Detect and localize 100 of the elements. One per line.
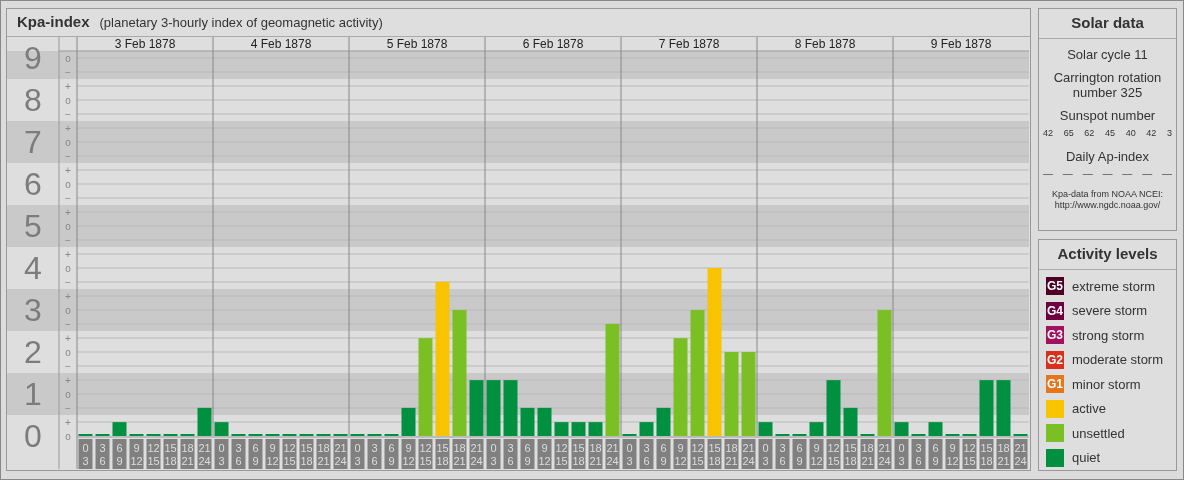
tick-label: o: [65, 346, 71, 358]
kp-bar: [537, 407, 552, 436]
x-tick-label: 6 9: [796, 442, 803, 467]
axis-label: 4: [24, 250, 42, 286]
legend-label: unsettled: [1072, 424, 1125, 443]
kp-bar: [639, 422, 654, 436]
hour-range-label: 3 6: [95, 439, 110, 469]
storm-level-badge: G2: [1046, 350, 1064, 369]
kp-bar: [979, 380, 994, 436]
tick-label: −: [65, 192, 71, 204]
hour-range-label: 0 3: [78, 439, 93, 469]
hour-range-label: 21 24: [605, 439, 620, 469]
legend-label: minor storm: [1072, 375, 1141, 394]
x-tick-label: 0 3: [898, 442, 905, 467]
x-tick-label: 3 6: [507, 442, 514, 467]
hour-range-label: 3 6: [911, 439, 926, 469]
date-label: 8 Feb 1878: [794, 37, 856, 51]
sunspot-value: 42: [1043, 127, 1053, 140]
legend-label: active: [1072, 400, 1106, 418]
hour-range-label: 18 21: [588, 439, 603, 469]
kp-bar: [520, 407, 535, 436]
hour-range-label: 3 6: [639, 439, 654, 469]
tick-label: −: [65, 360, 71, 372]
sunspot-value: 40: [1125, 127, 1136, 140]
hour-range-label: 18 21: [180, 439, 195, 469]
kp-bar: [894, 422, 909, 436]
kp-bar: [758, 422, 773, 436]
x-tick-label: 6 9: [932, 442, 939, 467]
kp-bar: [554, 422, 569, 436]
hour-range-label: 15 18: [163, 439, 178, 469]
hour-range-label: 12 15: [146, 439, 161, 469]
hour-range-label: 12 15: [554, 439, 569, 469]
x-tick-label: 6 9: [388, 442, 395, 467]
sunspot-value: 65: [1063, 127, 1074, 140]
x-tick-label: 0 3: [490, 442, 497, 467]
hour-range-label: 15 18: [571, 439, 586, 469]
sunspot-value: 45: [1104, 127, 1115, 140]
tick-label: o: [65, 262, 71, 274]
hour-range-label: 6 9: [792, 439, 807, 469]
hour-range-label: 3 6: [775, 439, 790, 469]
ap-index-value: ––: [1082, 167, 1093, 181]
hour-range-label: 12 15: [826, 439, 841, 469]
ap-index-heading: Daily Ap-index: [1064, 148, 1151, 164]
x-tick-label: 0 3: [82, 442, 89, 467]
chart-subtitle: (planetary 3-hourly index of geomagnetic activity): [99, 13, 383, 32]
solar-cycle-text: Solar cycle 11: [1066, 47, 1149, 62]
sunspot-value: 3: [1166, 127, 1172, 140]
kp-bar: [112, 422, 127, 436]
hour-range-label: 15 18: [843, 439, 858, 469]
axis-label: 1: [24, 376, 42, 412]
hour-range-label: 12 15: [690, 439, 705, 469]
axis-label: 5: [24, 208, 42, 244]
hour-range-label: 6 9: [520, 439, 535, 469]
tick-label: −: [65, 276, 71, 288]
ap-index-value: ––: [1043, 167, 1053, 181]
sunspot-value: 62: [1084, 127, 1095, 140]
hour-range-label: 0 3: [214, 439, 229, 469]
kp-bar: [656, 407, 671, 436]
date-label: 5 Feb 1878: [386, 37, 448, 51]
hour-range-label: 21 24: [469, 439, 484, 469]
x-tick-label: 6 9: [524, 442, 531, 467]
tick-label: −: [65, 318, 71, 330]
tick-label: +: [65, 332, 71, 344]
axis-label: 0: [24, 418, 42, 454]
hour-range-label: 18 21: [996, 439, 1011, 469]
hour-range-label: 9 12: [129, 439, 144, 469]
hour-range-label: 6 9: [112, 439, 127, 469]
date-label: 3 Feb 1878: [114, 37, 176, 51]
x-tick-label: 3 6: [915, 442, 922, 467]
tick-label: −: [65, 66, 71, 78]
tick-label: +: [65, 290, 71, 302]
ap-index-value: ––: [1161, 167, 1172, 181]
kp-bar: [571, 422, 586, 436]
tick-label: o: [65, 178, 71, 190]
storm-level-badge: G3: [1046, 326, 1064, 345]
source-text: Kpa-data from NOAA NCEI:: [1050, 189, 1164, 200]
legend-label: quiet: [1072, 449, 1101, 467]
tick-label: −: [65, 234, 71, 246]
legend-label: severe storm: [1072, 302, 1148, 320]
hour-range-label: 0 3: [486, 439, 501, 469]
kp-bar: [214, 422, 229, 436]
storm-level-badge: G4: [1046, 301, 1064, 320]
chart-title: Kpa-index: [17, 12, 90, 33]
panel-title: Activity levels: [1039, 240, 1176, 270]
hour-range-label: 0 3: [894, 439, 909, 469]
hour-range-label: 6 9: [384, 439, 399, 469]
tick-label: −: [65, 108, 71, 120]
ap-index-value: ––: [1062, 167, 1073, 181]
hour-range-label: 0 3: [350, 439, 365, 469]
hour-range-label: 6 9: [248, 439, 263, 469]
axis-label: 9: [24, 40, 42, 76]
date-label: 6 Feb 1878: [522, 37, 584, 51]
ap-index-value: ––: [1102, 167, 1113, 181]
source-url: http://www.ngdc.noaa.gov/: [1053, 200, 1162, 211]
kp-bar: [928, 422, 943, 436]
sunspot-heading: Sunspot number: [1058, 108, 1157, 123]
hour-range-label: 18 21: [452, 439, 467, 469]
axis-label: 2: [24, 334, 42, 370]
date-label: 9 Feb 1878: [930, 37, 992, 51]
x-tick-label: 3 6: [643, 442, 650, 467]
